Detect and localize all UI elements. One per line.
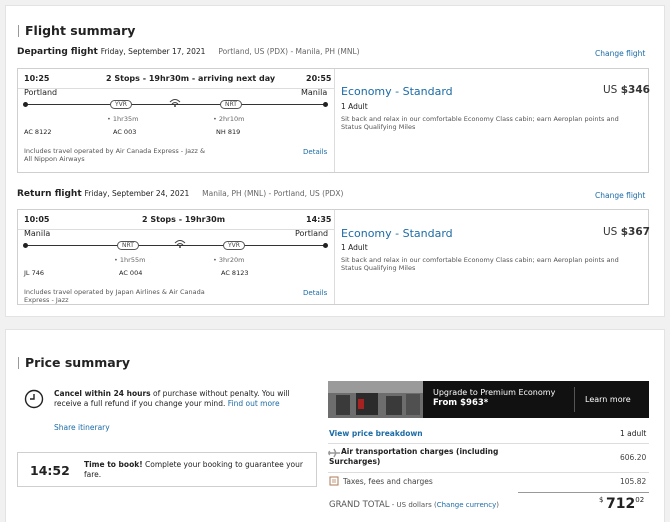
air-charges-amount: 606.20 bbox=[620, 453, 647, 462]
flight-number-1: JL 746 bbox=[24, 269, 45, 277]
arrival-time: 20:55 bbox=[306, 74, 332, 83]
wifi-icon bbox=[174, 240, 186, 248]
upgrade-line2: From $963* bbox=[433, 398, 489, 408]
cancel-bold: Cancel within 24 hours bbox=[54, 389, 151, 398]
taxes-label: Taxes, fees and charges bbox=[343, 477, 433, 486]
price-summary-title: Price summary bbox=[25, 355, 130, 370]
layover2: • 2hr10m bbox=[213, 115, 245, 123]
return-route: Manila, PH (MNL) - Portland, US (PDX) bbox=[202, 189, 344, 198]
fare-description: Sit back and relax in our comfortable Ec… bbox=[341, 256, 619, 272]
return-price: US $367 bbox=[603, 226, 650, 238]
departing-header: Departing flight Friday, September 17, 2… bbox=[17, 47, 360, 57]
price-currency: US bbox=[603, 226, 618, 238]
stop2-code: NRT bbox=[220, 100, 242, 109]
departing-route: Portland, US (PDX) - Manila, PH (MNL) bbox=[218, 47, 360, 56]
change-currency-link[interactable]: Change currency bbox=[437, 501, 497, 509]
receipt-icon bbox=[329, 476, 339, 486]
origin-dot bbox=[23, 102, 28, 107]
layover1: • 1hr35m bbox=[107, 115, 139, 123]
price-summary-card: Price summary Cancel within 24 hours of … bbox=[5, 329, 665, 522]
section-accent bbox=[18, 357, 19, 369]
cancel-notice: Cancel within 24 hours of purchase witho… bbox=[54, 389, 316, 409]
return-heading: Return flight bbox=[17, 189, 82, 199]
flight-summary-title: Flight summary bbox=[25, 23, 136, 38]
grand-total-amount: $ 71202 bbox=[599, 496, 645, 512]
share-itinerary-link[interactable]: Share itinerary bbox=[54, 423, 110, 432]
fare-type: Economy - Standard bbox=[341, 227, 453, 240]
departing-heading: Departing flight bbox=[17, 47, 98, 57]
flight-number-3: NH 819 bbox=[216, 128, 241, 136]
flight-number-3: AC 8123 bbox=[221, 269, 249, 277]
segment-divider bbox=[334, 210, 335, 304]
stop1-code: NRT bbox=[117, 241, 139, 250]
return-change-flight-link[interactable]: Change flight bbox=[595, 191, 645, 200]
grand-total-label: GRAND TOTAL - US dollars (Change currenc… bbox=[329, 500, 499, 510]
arrival-time: 14:35 bbox=[306, 215, 332, 224]
flight-summary-card: Flight summary Departing flight Friday, … bbox=[5, 5, 665, 317]
adult-count-label: 1 adult bbox=[620, 429, 647, 438]
return-segment: 10:05 2 Stops - 19hr30m 14:35 Manila Por… bbox=[17, 209, 650, 305]
flight-number-2: AC 003 bbox=[113, 128, 137, 136]
wifi-icon bbox=[169, 99, 181, 107]
upgrade-line1: Upgrade to Premium Economy bbox=[433, 388, 556, 397]
departing-price: US $346 bbox=[603, 84, 650, 96]
timer-bold: Time to book! bbox=[84, 460, 143, 469]
origin-city: Portland bbox=[24, 88, 58, 97]
operated-by: Includes travel operated by Japan Airlin… bbox=[24, 288, 205, 304]
flight-number-1: AC 8122 bbox=[24, 128, 52, 136]
destination-city: Manila bbox=[301, 88, 328, 97]
origin-dot bbox=[23, 243, 28, 248]
return-header: Return flight Friday, September 24, 2021… bbox=[17, 189, 343, 199]
stops-label: 2 Stops - 19hr30m bbox=[142, 215, 226, 224]
stops-label: 2 Stops - 19hr30m - arriving next day bbox=[106, 74, 276, 83]
departing-date: Friday, September 17, 2021 bbox=[100, 47, 206, 56]
departing-change-flight-link[interactable]: Change flight bbox=[595, 49, 645, 58]
booking-timer-box: 14:52 Time to book! Complete your bookin… bbox=[17, 452, 317, 487]
destination-city: Portland bbox=[295, 229, 329, 238]
timer-message: Time to book! Complete your booking to g… bbox=[84, 460, 304, 480]
clock-icon bbox=[24, 389, 44, 409]
layover2: • 3hr20m bbox=[213, 256, 245, 264]
details-link[interactable]: Details bbox=[303, 148, 327, 156]
operated-by: Includes travel operated by Air Canada E… bbox=[24, 147, 206, 163]
details-link[interactable]: Details bbox=[303, 289, 327, 297]
taxes-amount: 105.82 bbox=[620, 477, 647, 486]
passenger-count: 1 Adult bbox=[341, 102, 368, 111]
segment-divider bbox=[334, 69, 335, 172]
upgrade-banner[interactable]: Upgrade to Premium Economy From $963* Le… bbox=[328, 381, 649, 418]
find-out-more-link[interactable]: Find out more bbox=[228, 399, 280, 408]
passenger-count: 1 Adult bbox=[341, 243, 368, 252]
stop2-code: YVR bbox=[223, 241, 245, 250]
departure-time: 10:05 bbox=[24, 215, 50, 224]
air-charges-label: Air transportation charges (including Su… bbox=[329, 447, 499, 466]
destination-dot bbox=[323, 102, 328, 107]
cabin-photo bbox=[328, 381, 423, 418]
destination-dot bbox=[323, 243, 328, 248]
view-price-breakdown-link[interactable]: View price breakdown bbox=[329, 429, 423, 438]
stop1-code: YVR bbox=[110, 100, 132, 109]
fare-description: Sit back and relax in our comfortable Ec… bbox=[341, 115, 619, 131]
price-currency: US bbox=[603, 84, 618, 96]
origin-city: Manila bbox=[24, 229, 51, 238]
learn-more-button[interactable]: Learn more bbox=[585, 395, 631, 404]
fare-type: Economy - Standard bbox=[341, 85, 453, 98]
departure-time: 10:25 bbox=[24, 74, 50, 83]
return-date: Friday, September 24, 2021 bbox=[84, 189, 190, 198]
price-amount: $346 bbox=[620, 84, 650, 96]
countdown-timer: 14:52 bbox=[30, 463, 70, 478]
layover1: • 1hr55m bbox=[114, 256, 146, 264]
departing-segment: 10:25 2 Stops - 19hr30m - arriving next … bbox=[17, 68, 650, 173]
flight-number-2: AC 004 bbox=[119, 269, 143, 277]
section-accent bbox=[18, 25, 19, 37]
price-amount: $367 bbox=[620, 226, 650, 238]
